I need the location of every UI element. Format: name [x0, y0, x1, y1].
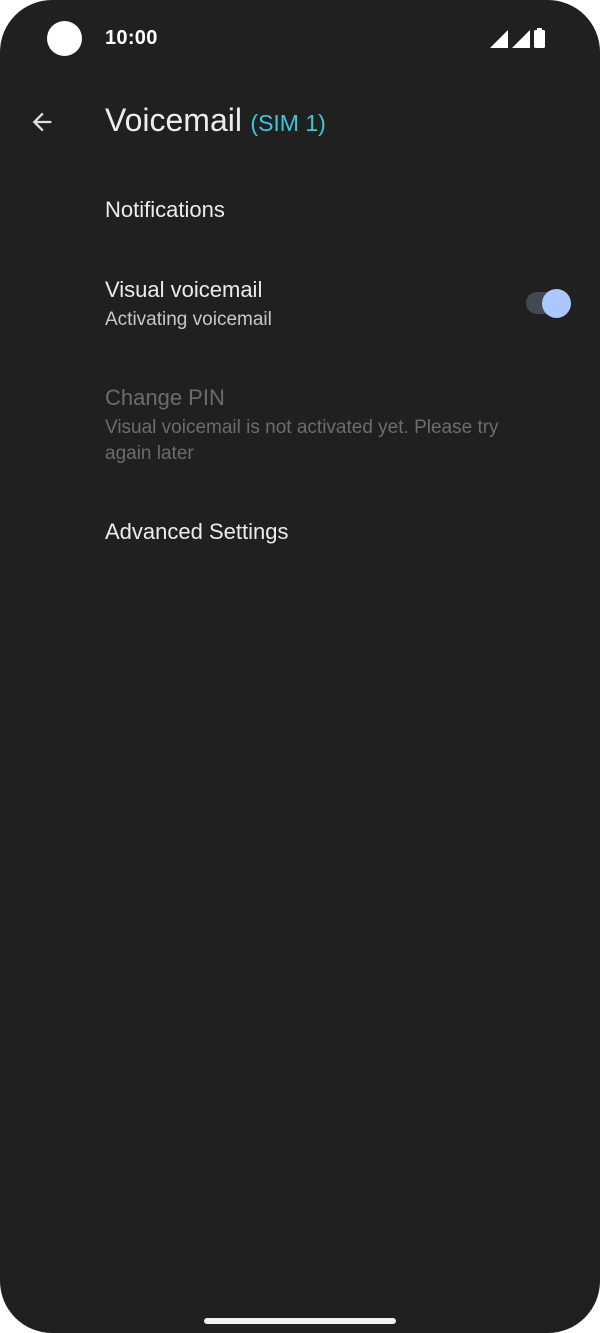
status-bar: 10:00 [0, 0, 600, 76]
sim-label: (SIM 1) [250, 110, 326, 136]
visual-voicemail-summary: Activating voicemail [105, 309, 272, 330]
status-icons [490, 28, 545, 48]
signal-icon [512, 30, 530, 48]
advanced-settings-item[interactable]: Advanced Settings [0, 502, 600, 564]
change-pin-item: Change PIN Visual voicemail is not activ… [0, 370, 600, 480]
page-title-text: Voicemail [105, 102, 242, 138]
signal-icon [490, 30, 508, 48]
battery-icon [534, 28, 545, 48]
arrow-back-icon [32, 112, 52, 132]
notifications-item[interactable]: Notifications [0, 180, 600, 242]
toggle-thumb [542, 289, 571, 318]
phone-screen: 10:00 Voicemail (SIM 1) Notifications Vi… [0, 0, 600, 1333]
status-time: 10:00 [105, 27, 158, 49]
change-pin-title: Change PIN [105, 385, 225, 410]
visual-voicemail-item[interactable]: Visual voicemail Activating voicemail [0, 262, 600, 350]
change-pin-summary: Visual voicemail is not activated yet. P… [105, 417, 499, 464]
back-button[interactable] [20, 100, 64, 144]
visual-voicemail-toggle[interactable] [525, 289, 573, 318]
page-title: Voicemail (SIM 1) [105, 102, 326, 139]
notifications-title: Notifications [105, 197, 225, 222]
camera-cutout [47, 21, 82, 56]
advanced-settings-title: Advanced Settings [105, 519, 289, 544]
app-bar: Voicemail (SIM 1) [0, 90, 600, 156]
visual-voicemail-title: Visual voicemail [105, 277, 263, 302]
navigation-handle[interactable] [204, 1318, 396, 1324]
